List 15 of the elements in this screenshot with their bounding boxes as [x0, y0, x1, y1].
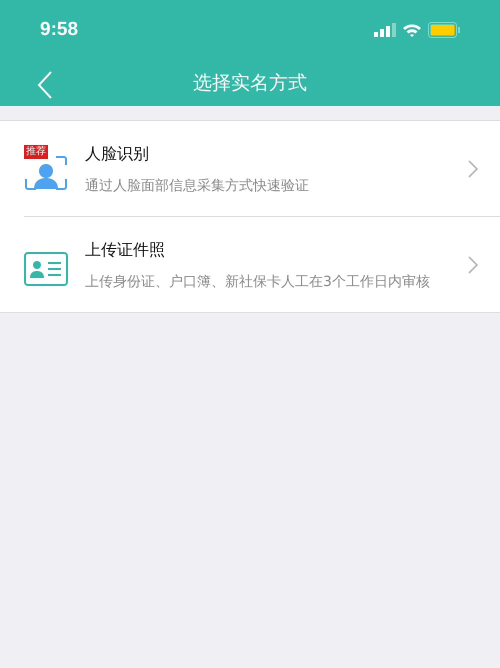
method-description: 上传身份证、户口簿、新社保卡人工在3个工作日内审核 — [85, 273, 431, 292]
battery-icon — [428, 22, 460, 38]
recommend-badge: 推荐 — [24, 145, 48, 159]
id-card-icon — [24, 252, 68, 286]
wifi-icon — [402, 23, 422, 37]
method-title: 上传证件照 — [85, 239, 166, 261]
method-description: 通过人脸面部信息采集方式快速验证 — [85, 177, 310, 196]
status-time: 9:58 — [40, 18, 78, 42]
chevron-right-icon — [468, 160, 478, 178]
method-item[interactable]: 上传证件照 上传身份证、户口簿、新社保卡人工在3个工作日内审核 — [0, 217, 500, 312]
chevron-right-icon — [468, 256, 478, 274]
page-title: 选择实名方式 — [193, 70, 307, 96]
method-title: 人脸识别 — [85, 143, 150, 165]
method-item[interactable]: 推荐 人脸识别 通过人脸面部信息采集方式快速验证 — [0, 121, 500, 216]
signal-icon — [374, 23, 396, 37]
